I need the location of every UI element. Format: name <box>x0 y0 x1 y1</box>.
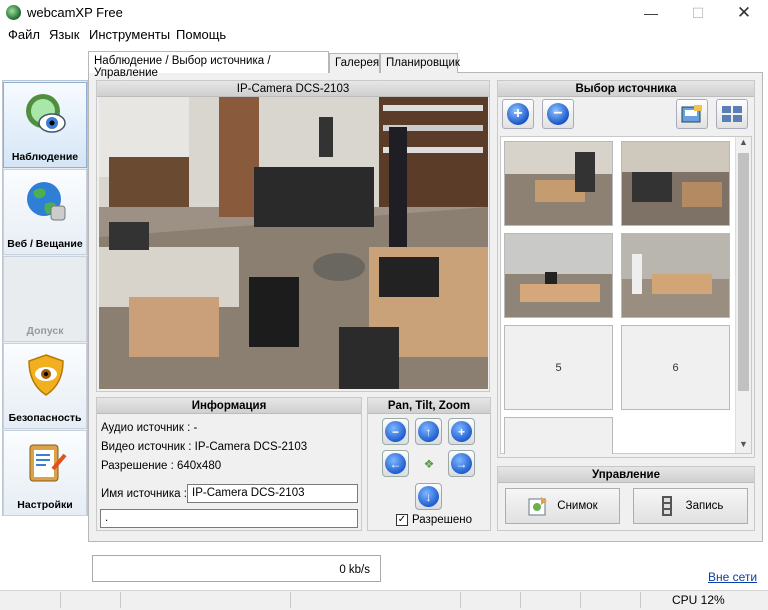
menu-help[interactable]: Помощь <box>176 26 226 44</box>
minimize-icon: — <box>644 5 658 21</box>
status-divider <box>520 592 521 608</box>
snapshot-label: Снимок <box>557 500 598 512</box>
sidebar-item-security[interactable]: Безопасность <box>3 343 87 429</box>
thumbnails-scrollbar[interactable]: ▲ ▼ <box>735 137 751 453</box>
cpu-usage: CPU 12% <box>672 593 725 607</box>
shield-eye-icon <box>28 354 64 396</box>
camera-thumbnail <box>622 142 729 225</box>
sidebar-item-settings[interactable]: Настройки <box>3 430 87 516</box>
zoom-in-button[interactable]: + <box>448 418 475 445</box>
minimize-button[interactable]: — <box>628 0 674 26</box>
ptz-enabled-label: Разрешено <box>412 514 472 526</box>
menu-tools[interactable]: Инструменты <box>89 26 170 44</box>
source-slot-5[interactable]: 5 <box>504 325 613 410</box>
source-slot-2[interactable] <box>621 141 730 226</box>
plus-icon: + <box>507 103 529 125</box>
snapshot-button[interactable]: Снимок <box>505 488 620 524</box>
source-name-label: Имя источника : <box>101 488 187 500</box>
camera-feed-image[interactable] <box>99 97 488 389</box>
grid-layout-icon <box>722 106 742 122</box>
video-source-text: Видео источник : IP-Camera DCS-2103 <box>101 441 308 453</box>
source-slot-4[interactable] <box>621 233 730 318</box>
status-divider <box>460 592 461 608</box>
camera-scene <box>99 97 488 389</box>
camera-thumbnail <box>622 234 729 317</box>
status-bar <box>0 590 768 610</box>
sidebar-item-access[interactable]: Допуск <box>3 256 87 342</box>
status-divider <box>640 592 641 608</box>
zoom-out-icon: − <box>385 421 406 442</box>
zoom-out-button[interactable]: − <box>382 418 409 445</box>
scrollbar-thumb[interactable] <box>738 153 749 391</box>
tab-scheduler[interactable]: Планировщик <box>380 53 460 73</box>
source-properties-button[interactable] <box>676 99 708 129</box>
source-slot-6[interactable]: 6 <box>621 325 730 410</box>
properties-icon <box>681 105 702 123</box>
minus-icon: − <box>547 103 569 125</box>
camera-title: IP-Camera DCS-2103 <box>97 81 489 97</box>
status-divider <box>60 592 61 608</box>
sidebar-item-label: Настройки <box>17 499 73 511</box>
snapshot-icon <box>528 497 548 516</box>
bitrate-display: 0 kb/s <box>92 555 381 582</box>
resolution-text: Разрешение : 640x480 <box>101 460 222 472</box>
arrow-right-icon: → <box>451 453 472 474</box>
audio-source-text: Аудио источник : - <box>101 422 198 434</box>
source-slot-1[interactable] <box>504 141 613 226</box>
source-name-input[interactable]: IP-Camera DCS-2103 <box>187 484 358 503</box>
source-extra-input[interactable]: . <box>100 509 358 528</box>
source-slot-7[interactable] <box>504 417 613 454</box>
scroll-down-icon[interactable]: ▼ <box>739 439 748 449</box>
sidebar-item-label: Безопасность <box>8 412 82 424</box>
scroll-up-icon[interactable]: ▲ <box>739 137 748 147</box>
status-divider <box>290 592 291 608</box>
info-header: Информация <box>97 398 361 414</box>
menu-language[interactable]: Язык <box>49 26 79 44</box>
source-select-header: Выбор источника <box>498 81 754 97</box>
pan-left-button[interactable]: ← <box>382 450 409 477</box>
globe-icon <box>27 182 66 221</box>
camera-thumbnail <box>505 142 612 225</box>
app-logo-icon <box>6 5 21 20</box>
source-slot-3[interactable] <box>504 233 613 318</box>
sidebar-item-label: Наблюдение <box>11 151 79 163</box>
ptz-header: Pan, Tilt, Zoom <box>368 398 490 414</box>
tab-surveillance[interactable]: Наблюдение / Выбор источника / Управлени… <box>88 51 329 79</box>
tilt-up-button[interactable]: ↑ <box>415 418 442 445</box>
maximize-icon: ☐ <box>691 4 705 21</box>
tilt-down-button[interactable]: ↓ <box>415 483 442 510</box>
sidebar-item-label: Допуск <box>26 325 64 337</box>
status-divider <box>580 592 581 608</box>
control-header: Управление <box>498 467 754 483</box>
close-button[interactable]: ✕ <box>721 0 767 26</box>
ptz-center-icon[interactable]: ❖ <box>423 457 435 471</box>
ptz-enabled-checkbox[interactable]: ✓ <box>396 514 408 526</box>
record-label: Запись <box>685 500 724 512</box>
sidebar-item-label: Веб / Вещание <box>7 238 83 250</box>
sidebar-item-web[interactable]: Веб / Вещание <box>3 169 87 255</box>
camera-thumbnail <box>505 234 612 317</box>
eye-camera-icon <box>26 94 66 133</box>
zoom-in-icon: + <box>451 421 472 442</box>
add-source-button[interactable]: + <box>502 99 534 129</box>
menu-file[interactable]: Файл <box>8 26 40 44</box>
network-status-link[interactable]: Вне сети <box>708 570 757 584</box>
close-icon: ✕ <box>736 3 752 22</box>
remove-source-button[interactable]: − <box>542 99 574 129</box>
pan-right-button[interactable]: → <box>448 450 475 477</box>
sidebar-item-surveillance[interactable]: Наблюдение <box>3 82 87 168</box>
record-button[interactable]: Запись <box>633 488 748 524</box>
clipboard-settings-icon <box>29 444 67 482</box>
grid-layout-button[interactable] <box>716 99 748 129</box>
arrow-up-icon: ↑ <box>418 421 439 442</box>
status-divider <box>120 592 121 608</box>
maximize-button[interactable]: ☐ <box>675 0 721 26</box>
window-title: webcamXP Free <box>27 5 123 20</box>
arrow-left-icon: ← <box>385 453 406 474</box>
tab-gallery[interactable]: Галерея <box>329 53 380 73</box>
film-record-icon <box>661 496 672 516</box>
arrow-down-icon: ↓ <box>418 486 439 507</box>
